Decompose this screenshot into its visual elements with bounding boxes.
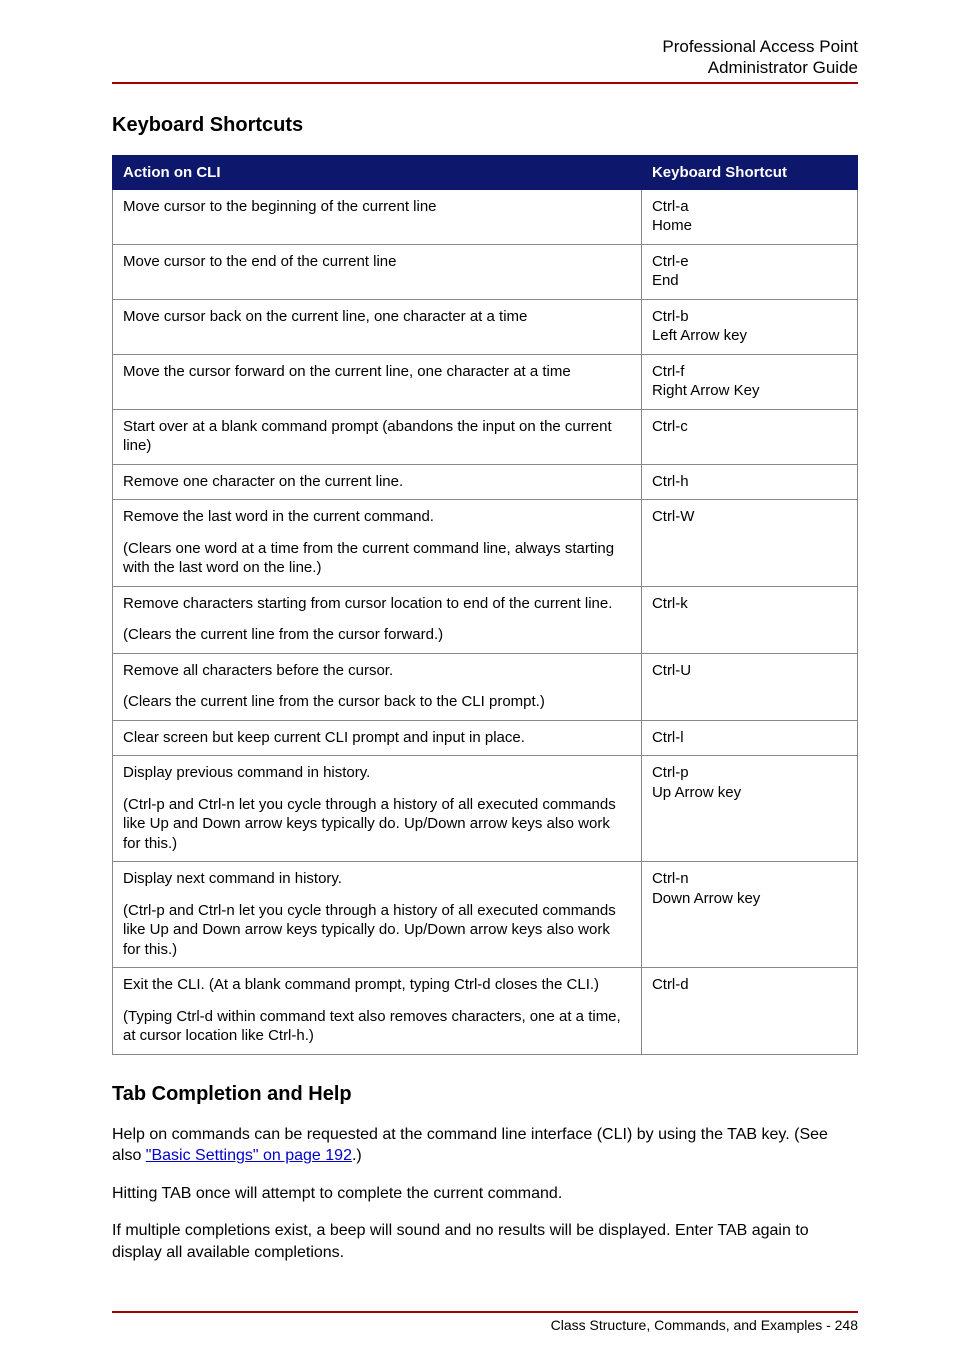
running-header: Professional Access Point Administrator … [112,36,858,79]
action-cell: Move cursor back on the current line, on… [113,299,642,354]
action-cell: Remove characters starting from cursor l… [113,586,642,653]
body-paragraph: Help on commands can be requested at the… [112,1124,858,1167]
action-cell: Move cursor to the beginning of the curr… [113,189,642,244]
table-row: Remove the last word in the current comm… [113,500,858,587]
table-header-action: Action on CLI [113,155,642,189]
table-row: Remove characters starting from cursor l… [113,586,858,653]
action-cell: Remove one character on the current line… [113,464,642,500]
table-row: Move cursor to the end of the current li… [113,244,858,299]
action-text: Move cursor to the end of the current li… [123,252,631,272]
action-cell: Clear screen but keep current CLI prompt… [113,720,642,756]
action-text: Move cursor back on the current line, on… [123,307,631,327]
action-subtext: (Ctrl-p and Ctrl-n let you cycle through… [123,901,631,960]
shortcut-cell: Ctrl-h [641,464,857,500]
shortcut-cell: Ctrl-d [641,968,857,1055]
action-cell: Display previous command in history. (Ctr… [113,756,642,862]
shortcut-cell: Ctrl-l [641,720,857,756]
table-row: Exit the CLI. (At a blank command prompt… [113,968,858,1055]
shortcut-cell: Ctrl-c [641,409,857,464]
shortcut-cell: Ctrl-U [641,653,857,720]
shortcut-cell: Ctrl-k [641,586,857,653]
action-cell: Exit the CLI. (At a blank command prompt… [113,968,642,1055]
running-footer: Class Structure, Commands, and Examples … [112,1317,858,1333]
action-cell: Display next command in history. (Ctrl-p … [113,862,642,968]
section-heading-tab-completion: Tab Completion and Help [112,1083,858,1106]
document-page: Professional Access Point Administrator … [0,0,954,1369]
shortcut-cell: Ctrl-p Up Arrow key [641,756,857,862]
body-paragraph: If multiple completions exist, a beep wi… [112,1220,858,1263]
shortcut-cell: Ctrl-f Right Arrow Key [641,354,857,409]
action-cell: Move the cursor forward on the current l… [113,354,642,409]
table-row: Move cursor to the beginning of the curr… [113,189,858,244]
action-text: Clear screen but keep current CLI prompt… [123,728,631,748]
shortcut-cell: Ctrl-W [641,500,857,587]
action-text: Display previous command in history. [123,763,631,783]
cross-reference-link[interactable]: "Basic Settings" on page 192 [146,1147,352,1164]
shortcut-cell: Ctrl-b Left Arrow key [641,299,857,354]
action-text: Start over at a blank command prompt (ab… [123,417,631,456]
table-row: Move cursor back on the current line, on… [113,299,858,354]
action-subtext: (Clears the current line from the cursor… [123,625,631,645]
action-text: Remove all characters before the cursor. [123,661,631,681]
action-cell: Remove the last word in the current comm… [113,500,642,587]
action-cell: Move cursor to the end of the current li… [113,244,642,299]
action-text: Move cursor to the beginning of the curr… [123,197,631,217]
table-row: Move the cursor forward on the current l… [113,354,858,409]
body-paragraph: Hitting TAB once will attempt to complet… [112,1183,858,1205]
table-row: Remove all characters before the cursor.… [113,653,858,720]
header-line-1: Professional Access Point [662,37,858,56]
action-subtext: (Clears the current line from the cursor… [123,692,631,712]
table-header-shortcut: Keyboard Shortcut [641,155,857,189]
action-subtext: (Ctrl-p and Ctrl-n let you cycle through… [123,795,631,854]
action-subtext: (Clears one word at a time from the curr… [123,539,631,578]
shortcut-cell: Ctrl-a Home [641,189,857,244]
section-heading-keyboard-shortcuts: Keyboard Shortcuts [112,114,858,137]
para1-b: .) [352,1147,362,1164]
table-row: Clear screen but keep current CLI prompt… [113,720,858,756]
header-rule [112,82,858,84]
footer-rule [112,1311,858,1313]
action-cell: Remove all characters before the cursor.… [113,653,642,720]
header-line-2: Administrator Guide [708,58,858,77]
action-text: Exit the CLI. (At a blank command prompt… [123,975,631,995]
action-text: Remove characters starting from cursor l… [123,594,631,614]
table-row: Display previous command in history. (Ctr… [113,756,858,862]
action-text: Remove the last word in the current comm… [123,507,631,527]
action-text: Move the cursor forward on the current l… [123,362,631,382]
action-cell: Start over at a blank command prompt (ab… [113,409,642,464]
shortcuts-table: Action on CLI Keyboard Shortcut Move cur… [112,155,858,1055]
shortcut-cell: Ctrl-e End [641,244,857,299]
table-row: Start over at a blank command prompt (ab… [113,409,858,464]
shortcut-cell: Ctrl-n Down Arrow key [641,862,857,968]
action-text: Display next command in history. [123,869,631,889]
action-subtext: (Typing Ctrl-d within command text also … [123,1007,631,1046]
action-text: Remove one character on the current line… [123,472,631,492]
table-row: Display next command in history. (Ctrl-p … [113,862,858,968]
table-row: Remove one character on the current line… [113,464,858,500]
